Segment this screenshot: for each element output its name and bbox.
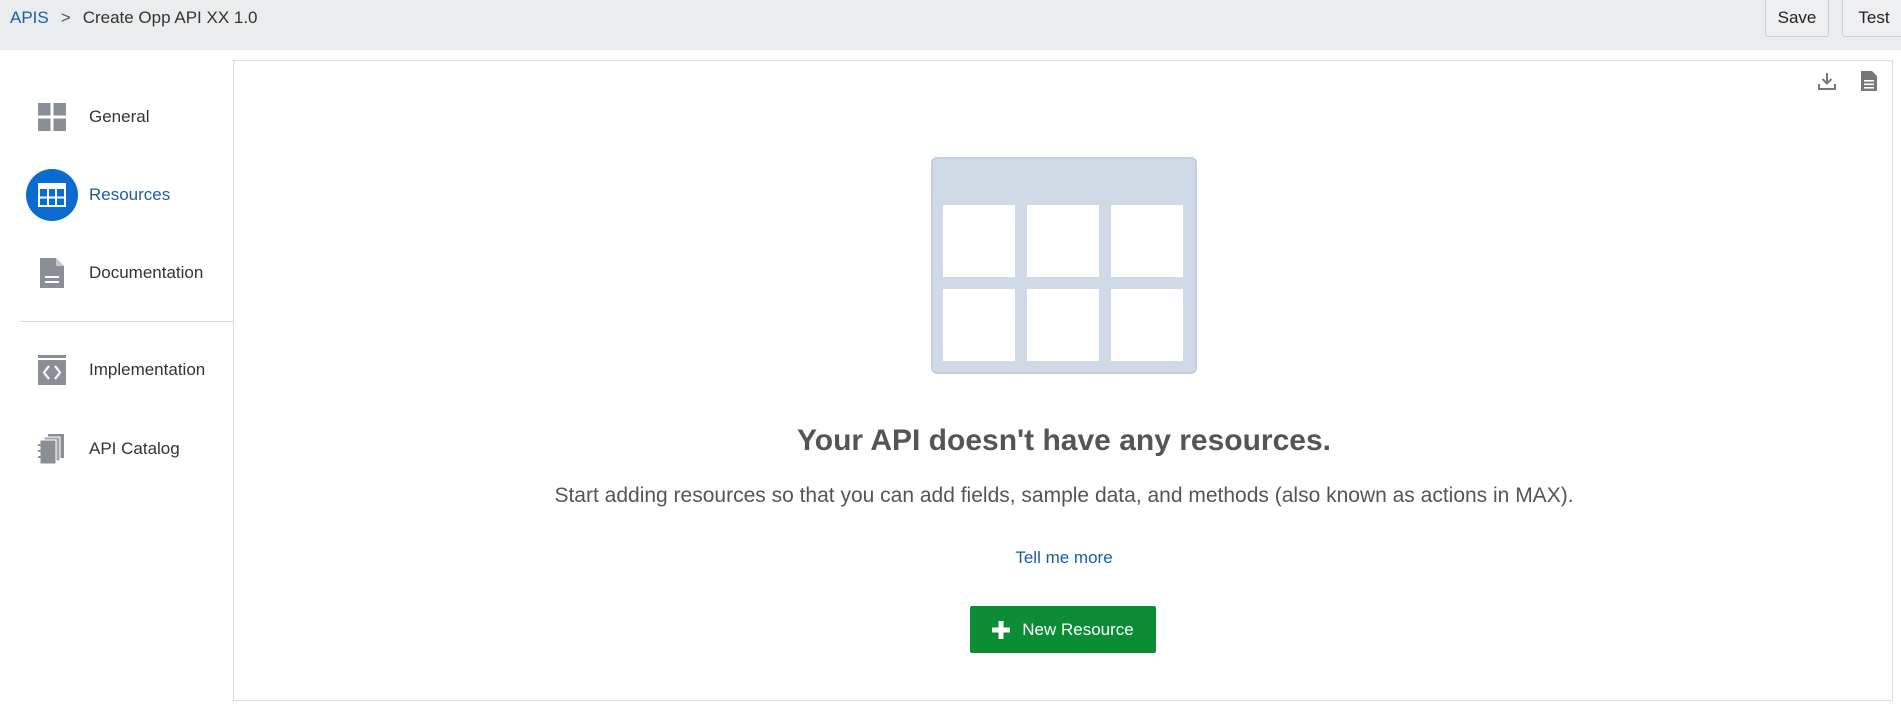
sidebar-item-resources[interactable]: Resources bbox=[0, 165, 233, 225]
resources-panel: Your API doesn't have any resources. Sta… bbox=[233, 60, 1893, 701]
breadcrumb-separator: > bbox=[60, 8, 71, 27]
catalog-icon bbox=[26, 423, 78, 475]
sidebar-item-label: Resources bbox=[89, 185, 171, 204]
sidebar: General Resources Documentation Implemen… bbox=[0, 50, 233, 714]
sidebar-item-documentation[interactable]: Documentation bbox=[0, 243, 233, 303]
tell-me-more-row: Tell me more bbox=[234, 548, 1894, 568]
grid-icon bbox=[26, 91, 78, 143]
breadcrumb-apis-link[interactable]: APIS bbox=[10, 8, 49, 28]
sidebar-divider bbox=[20, 321, 233, 322]
plus-icon bbox=[992, 620, 1011, 639]
empty-state-title: Your API doesn't have any resources. bbox=[797, 424, 1331, 457]
breadcrumb-current: Create Opp API XX 1.0 bbox=[82, 8, 258, 27]
sidebar-item-label: Implementation bbox=[89, 360, 206, 379]
sidebar-item-label: Documentation bbox=[89, 263, 204, 282]
document-icon[interactable] bbox=[1858, 70, 1880, 92]
empty-table-illustration bbox=[931, 157, 1197, 379]
sidebar-item-label: API Catalog bbox=[89, 439, 180, 458]
sidebar-item-general[interactable]: General bbox=[0, 87, 233, 147]
breadcrumb: APIS > Create Opp API XX 1.0 bbox=[10, 8, 258, 28]
new-resource-label: New Resource bbox=[1022, 619, 1134, 639]
table-icon bbox=[26, 169, 78, 221]
top-bar: APIS > Create Opp API XX 1.0 Save Test bbox=[0, 0, 1901, 50]
sidebar-item-api-catalog[interactable]: API Catalog bbox=[0, 419, 233, 479]
sidebar-item-label: General bbox=[89, 107, 150, 126]
download-icon[interactable] bbox=[1816, 70, 1838, 92]
new-resource-button[interactable]: New Resource bbox=[970, 606, 1156, 653]
test-button[interactable]: Test bbox=[1842, 0, 1901, 37]
code-icon bbox=[26, 344, 78, 396]
document-icon bbox=[26, 247, 78, 299]
sidebar-item-implementation[interactable]: Implementation bbox=[0, 340, 233, 400]
tell-me-more-link[interactable]: Tell me more bbox=[1015, 548, 1112, 567]
save-button[interactable]: Save bbox=[1765, 0, 1829, 37]
empty-state-description: Start adding resources so that you can a… bbox=[554, 484, 1574, 507]
